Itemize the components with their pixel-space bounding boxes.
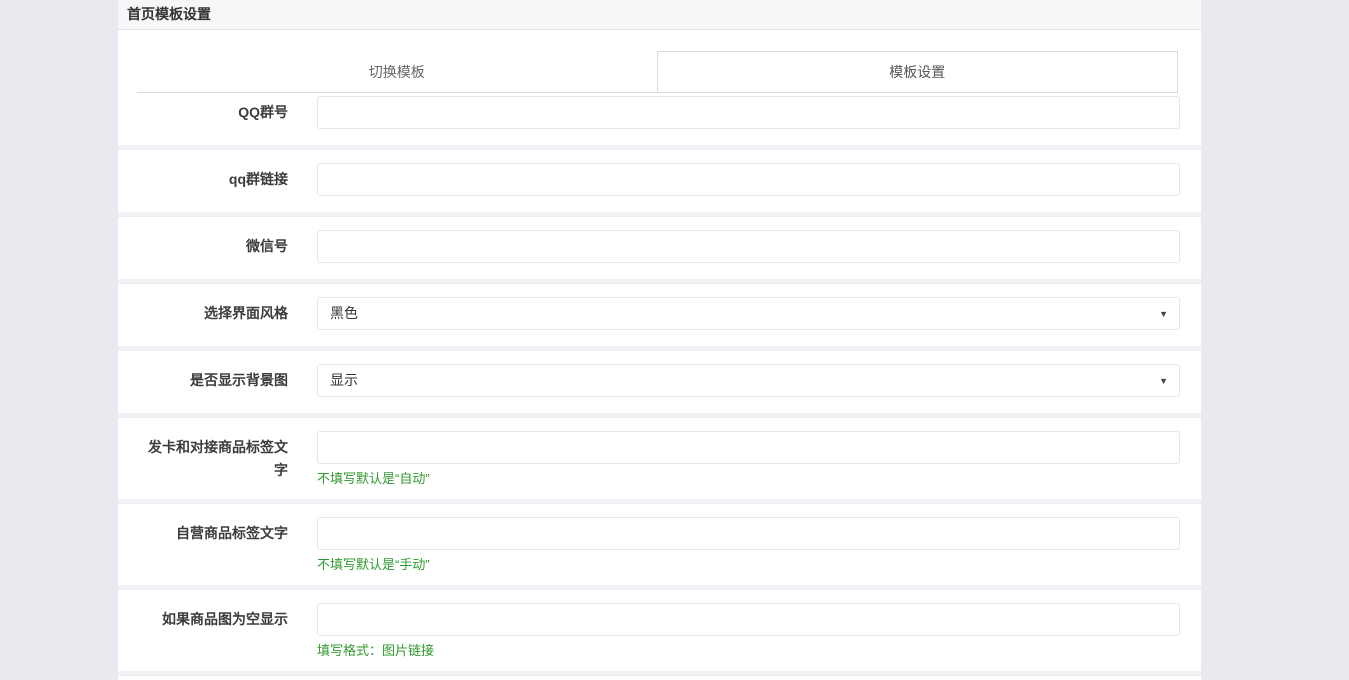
content-panel: 首页模板设置 切换模板 模板设置 QQ群号qq群链接微信号选择界面风格黑色▼是否… [118, 0, 1201, 680]
row-divider [118, 671, 1201, 676]
empty-product-image-hint: 填写格式：图片链接 [317, 642, 1180, 659]
faka-product-label-text-input[interactable] [317, 431, 1180, 464]
form-row-wechat-id: 微信号 [118, 217, 1201, 279]
tab-template-settings[interactable]: 模板设置 [657, 51, 1179, 92]
show-background-image-select[interactable]: 显示 ▼ [317, 364, 1180, 397]
ui-style-label: 选择界面风格 [142, 297, 288, 330]
tab-switch-template[interactable]: 切换模板 [137, 52, 657, 92]
chevron-down-icon: ▼ [1159, 365, 1168, 398]
page-title: 首页模板设置 [118, 0, 1201, 30]
wechat-id-input[interactable] [317, 230, 1180, 263]
form-row-self-product-label-text: 自营商品标签文字不填写默认是“手动” [118, 504, 1201, 585]
qq-group-link-field [317, 163, 1180, 196]
self-product-label-text-input[interactable] [317, 517, 1180, 550]
form-row-qq-group-link: qq群链接 [118, 150, 1201, 212]
faka-product-label-text-hint: 不填写默认是“自动” [317, 470, 1180, 487]
form-row-empty-product-image: 如果商品图为空显示填写格式：图片链接 [118, 590, 1201, 671]
form-row-qq-group-number: QQ群号 [118, 93, 1201, 145]
show-background-image-field: 显示 ▼ [317, 364, 1180, 397]
qq-group-link-input[interactable] [317, 163, 1180, 196]
ui-style-field: 黑色 ▼ [317, 297, 1180, 330]
empty-product-image-field: 填写格式：图片链接 [317, 603, 1180, 659]
qq-group-link-label: qq群链接 [142, 163, 288, 196]
wechat-id-field [317, 230, 1180, 263]
ui-style-select[interactable]: 黑色 ▼ [317, 297, 1180, 330]
faka-product-label-text-field: 不填写默认是“自动” [317, 431, 1180, 487]
show-background-image-select-value: 显示 [330, 372, 358, 388]
chevron-down-icon: ▼ [1159, 298, 1168, 331]
settings-form: QQ群号 qq群链接微信号选择界面风格 黑色 ▼ 是否显示背景图 显示 ▼ 发卡和对接商品标签… [118, 93, 1201, 676]
form-row-show-background-image: 是否显示背景图 显示 ▼ [118, 351, 1201, 413]
qq-group-number-input[interactable] [317, 96, 1180, 129]
self-product-label-text-hint: 不填写默认是“手动” [317, 556, 1180, 573]
show-background-image-label: 是否显示背景图 [142, 364, 288, 397]
faka-product-label-text-label: 发卡和对接商品标签文字 [142, 431, 288, 487]
qq-group-number-field [317, 96, 1180, 129]
self-product-label-text-label: 自营商品标签文字 [142, 517, 288, 573]
empty-product-image-label: 如果商品图为空显示 [142, 603, 288, 659]
tab-bar: 切换模板 模板设置 [137, 52, 1178, 93]
form-row-faka-product-label-text: 发卡和对接商品标签文字不填写默认是“自动” [118, 418, 1201, 499]
form-row-ui-style: 选择界面风格 黑色 ▼ [118, 284, 1201, 346]
self-product-label-text-field: 不填写默认是“手动” [317, 517, 1180, 573]
wechat-id-label: 微信号 [142, 230, 288, 263]
qq-group-number-label: QQ群号 [142, 96, 288, 129]
page-title-text: 首页模板设置 [127, 6, 211, 22]
empty-product-image-input[interactable] [317, 603, 1180, 636]
ui-style-select-value: 黑色 [330, 305, 358, 321]
